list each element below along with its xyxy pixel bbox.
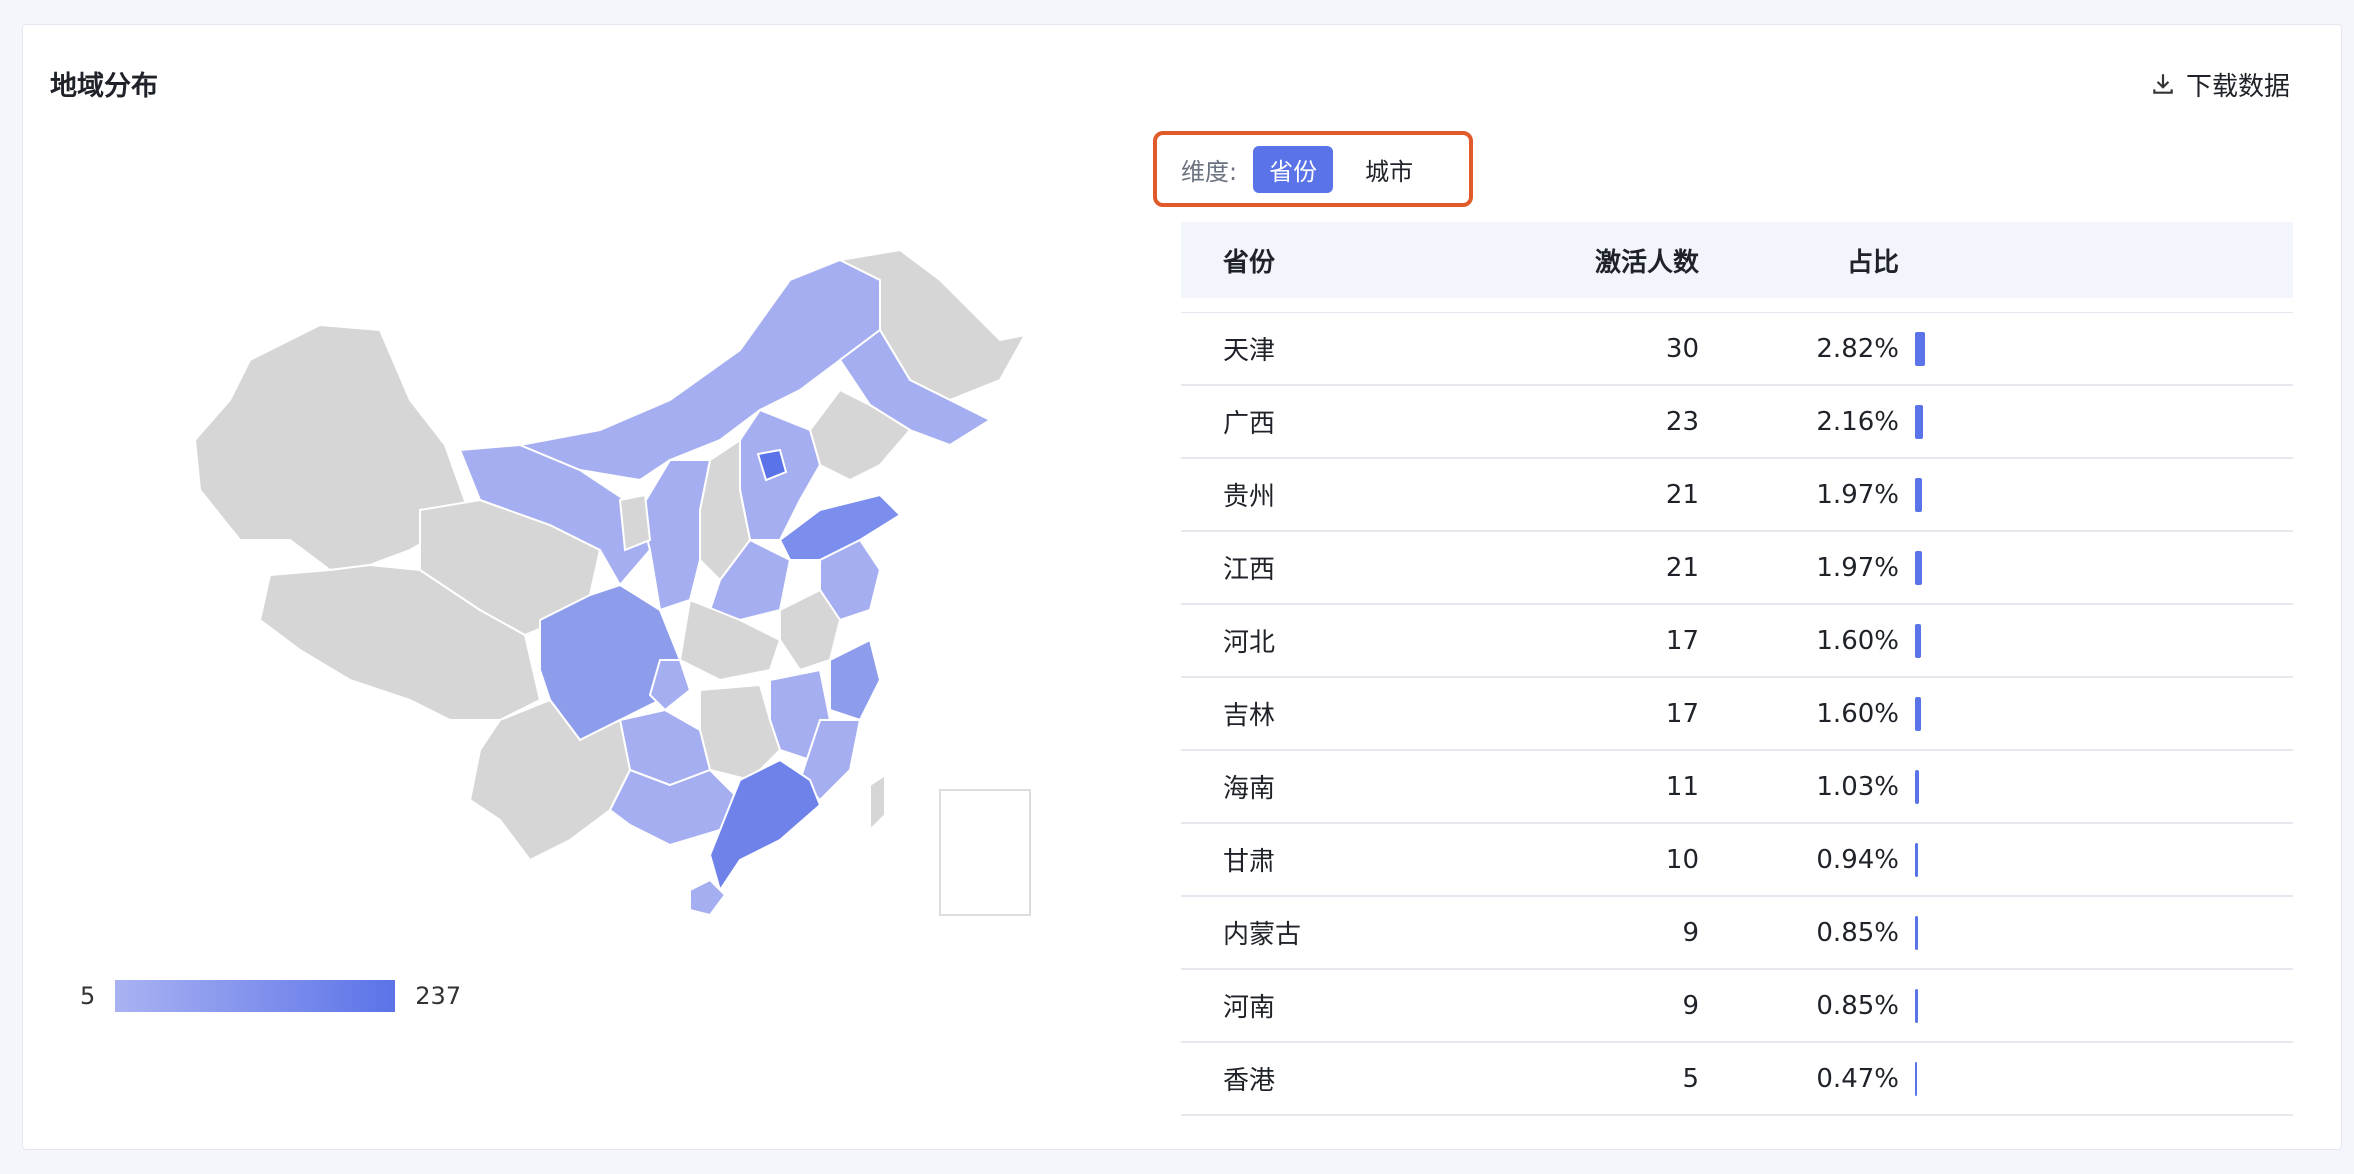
table-row: 海南 11 1.03%	[1181, 751, 2293, 824]
region-shaanxi[interactable]	[638, 459, 712, 612]
share-bar	[1915, 550, 1922, 585]
cell-share-bar	[1899, 897, 1918, 968]
cell-share-bar	[1899, 970, 1918, 1041]
cell-activations: 10	[1665, 844, 1699, 875]
cell-share-bar	[1899, 1043, 1917, 1114]
region-guangdong[interactable]	[708, 758, 822, 893]
cell-share-bar	[1899, 605, 1921, 676]
cell-province: 河南	[1223, 993, 1276, 1023]
cell-share-bar	[1899, 751, 1919, 822]
dimension-selector: 维度: 省份 城市	[1153, 131, 1473, 207]
dimension-label: 维度:	[1181, 157, 1238, 186]
share-bar	[1915, 1061, 1917, 1096]
region-taiwan[interactable]	[869, 773, 886, 833]
cell-province: 内蒙古	[1223, 920, 1302, 950]
cell-share-bar	[1899, 459, 1922, 530]
header-activations[interactable]: 激活人数	[1511, 242, 1699, 279]
legend-gradient-bar	[115, 980, 396, 1012]
download-data-button[interactable]: 下载数据	[2150, 66, 2290, 102]
cell-activations: 5	[1682, 1063, 1699, 1094]
cell-share: 1.97%	[1816, 552, 1899, 583]
table-header: 省份 激活人数 占比	[1181, 222, 2293, 298]
china-map[interactable]	[180, 240, 1080, 930]
cell-province: 贵州	[1223, 482, 1276, 512]
table-body: 天津 30 2.82% 广西 23 2.16% 贵州 21 1.97% 江西 21 1.97% 河北 17…	[1181, 313, 2293, 1116]
dimension-option-city[interactable]: 城市	[1349, 146, 1429, 193]
cell-activations: 11	[1665, 771, 1699, 802]
table-row: 吉林 17 1.60%	[1181, 678, 2293, 751]
share-bar	[1915, 331, 1925, 366]
cell-share: 1.60%	[1816, 698, 1899, 729]
cell-share: 1.03%	[1816, 771, 1899, 802]
region-table: 省份 激活人数 占比 天津 30 2.82% 广西 23 2.16% 贵州 21 1.97% 江西…	[1181, 222, 2293, 1116]
cell-share: 0.47%	[1816, 1063, 1899, 1094]
cell-share-bar	[1899, 532, 1922, 603]
legend-max: 237	[415, 982, 462, 1010]
table-row: 天津 30 2.82%	[1181, 313, 2293, 386]
cell-share: 0.94%	[1816, 844, 1899, 875]
china-map-svg[interactable]	[180, 240, 1080, 930]
cell-province: 香港	[1223, 1066, 1276, 1096]
cell-share-bar	[1899, 313, 1925, 384]
cell-activations: 17	[1665, 698, 1699, 729]
cell-share: 2.82%	[1816, 333, 1899, 364]
share-bar	[1915, 769, 1919, 804]
table-row: 香港 5 0.47%	[1181, 1043, 2293, 1116]
cell-province: 吉林	[1223, 701, 1276, 731]
share-bar	[1915, 623, 1921, 658]
share-bar	[1915, 404, 1923, 439]
download-icon	[2153, 74, 2173, 94]
region-ningxia[interactable]	[618, 493, 652, 552]
cell-share-bar	[1899, 824, 1918, 895]
region-zhejiang[interactable]	[829, 638, 882, 722]
table-row: 江西 21 1.97%	[1181, 532, 2293, 605]
cell-activations: 9	[1682, 917, 1699, 948]
legend-min: 5	[80, 982, 96, 1010]
cell-activations: 21	[1665, 479, 1699, 510]
cell-province: 海南	[1223, 774, 1276, 804]
table-row: 河南 9 0.85%	[1181, 970, 2293, 1043]
cell-activations: 9	[1682, 990, 1699, 1021]
download-label: 下载数据	[2186, 71, 2291, 102]
cell-province: 广西	[1223, 409, 1276, 439]
cell-activations: 30	[1665, 333, 1699, 364]
header-divider	[1181, 298, 2293, 313]
table-row: 内蒙古 9 0.85%	[1181, 897, 2293, 970]
panel-title: 地域分布	[50, 71, 158, 102]
cell-share: 0.85%	[1816, 917, 1899, 948]
cell-share: 1.97%	[1816, 479, 1899, 510]
cell-activations: 17	[1665, 625, 1699, 656]
cell-province: 河北	[1223, 628, 1276, 658]
share-bar	[1915, 842, 1918, 877]
dimension-option-province[interactable]: 省份	[1253, 145, 1334, 193]
table-row: 广西 23 2.16%	[1181, 386, 2293, 459]
share-bar	[1915, 696, 1921, 731]
south-sea-inset	[939, 789, 1031, 916]
table-row: 河北 17 1.60%	[1181, 605, 2293, 678]
header-province[interactable]: 省份	[1181, 242, 1511, 279]
table-row: 甘肃 10 0.94%	[1181, 824, 2293, 897]
cell-activations: 23	[1665, 406, 1699, 437]
cell-province: 甘肃	[1223, 847, 1276, 877]
cell-share: 0.85%	[1816, 990, 1899, 1021]
cell-share-bar	[1899, 386, 1923, 457]
cell-activations: 21	[1665, 552, 1699, 583]
cell-province: 江西	[1223, 555, 1276, 585]
cell-share: 1.60%	[1816, 625, 1899, 656]
cell-province: 天津	[1223, 336, 1276, 366]
cell-share: 2.16%	[1816, 406, 1899, 437]
header-share[interactable]: 占比	[1699, 242, 1899, 279]
table-row: 贵州 21 1.97%	[1181, 459, 2293, 532]
share-bar	[1915, 988, 1918, 1023]
cell-share-bar	[1899, 678, 1921, 749]
color-legend: 5 237	[80, 980, 461, 1012]
share-bar	[1915, 477, 1922, 512]
share-bar	[1915, 915, 1918, 950]
